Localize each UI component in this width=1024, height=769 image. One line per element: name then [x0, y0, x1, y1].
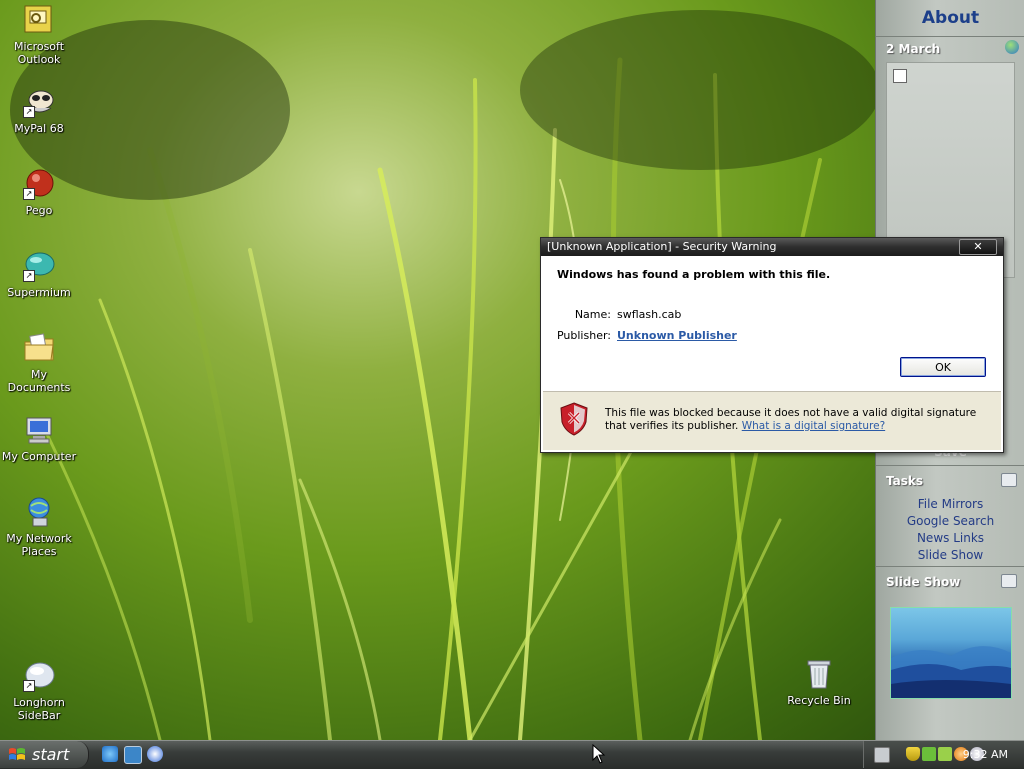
clock[interactable]: 9:32 AM: [963, 741, 1008, 768]
shortcut-arrow-icon: ↗: [23, 188, 35, 200]
desktop-icon-label: My Computer: [1, 450, 77, 463]
network-icon: [23, 496, 55, 528]
desktop-icon-supermium[interactable]: ↗ Supermium: [0, 250, 78, 299]
sidebar-icon: ↗: [23, 660, 55, 692]
publisher-label: Publisher:: [556, 329, 611, 342]
dialog-footer: This file was blocked because it does no…: [543, 391, 1001, 450]
publisher-link[interactable]: Unknown Publisher: [617, 329, 737, 342]
slideshow-options-icon[interactable]: [1001, 574, 1017, 588]
sidebar-divider: [876, 36, 1024, 37]
digital-signature-link[interactable]: What is a digital signature?: [742, 420, 885, 432]
sidebar-title: About: [921, 8, 980, 28]
file-name-value: swflash.cab: [617, 308, 682, 321]
shortcut-arrow-icon: ↗: [23, 270, 35, 282]
desktop-icon-label: Microsoft Outlook: [13, 40, 65, 66]
mypal-icon: ↗: [23, 86, 55, 118]
sidebar-section-slideshow: Slide Show: [880, 571, 1021, 699]
sidebar-tasks-header: Tasks: [880, 470, 1021, 492]
task-slide-show[interactable]: Slide Show: [880, 547, 1021, 564]
start-label: start: [32, 745, 70, 764]
desktop-icon-label: Pego: [25, 204, 53, 217]
pego-icon: ↗: [23, 168, 55, 200]
task-list: File Mirrors Google Search News Links Sl…: [880, 496, 1021, 564]
sidebar-date-header: 2 March: [880, 38, 1021, 60]
shortcut-arrow-icon: ↗: [23, 106, 35, 118]
refresh-icon[interactable]: [1001, 473, 1017, 487]
dialog-body: Windows has found a problem with this fi…: [543, 258, 1001, 389]
start-button[interactable]: start: [0, 741, 89, 768]
close-button[interactable]: ✕: [959, 239, 997, 255]
name-label: Name:: [574, 308, 611, 321]
mouse-cursor-icon: [592, 744, 606, 764]
desktop-icon-recycle-bin[interactable]: Recycle Bin: [780, 658, 858, 707]
security-warning-dialog: [Unknown Application] - Security Warning…: [540, 237, 1004, 453]
recycle-bin-icon: [803, 658, 835, 690]
slideshow-image[interactable]: [890, 607, 1012, 699]
keyboard-icon[interactable]: [874, 747, 890, 763]
desktop-icon-my-documents[interactable]: My Documents: [0, 332, 78, 394]
outlook-express-icon[interactable]: [124, 746, 142, 764]
dialog-title: [Unknown Application] - Security Warning: [547, 240, 777, 253]
computer-icon: [23, 414, 55, 446]
internet-explorer-icon[interactable]: [102, 746, 118, 762]
desktop-icon-my-network-places[interactable]: My Network Places: [0, 496, 78, 558]
close-icon: ✕: [973, 240, 983, 253]
task-file-mirrors[interactable]: File Mirrors: [880, 496, 1021, 513]
desktop-icon-pego[interactable]: ↗ Pego: [0, 168, 78, 217]
globe-icon[interactable]: [1005, 40, 1019, 54]
footer-message: This file was blocked because it does no…: [605, 407, 985, 433]
mountain-landscape-image: [891, 646, 1011, 698]
system-tray: 9:32 AM: [863, 741, 1024, 768]
desktop-icon-label: Supermium: [7, 286, 71, 299]
desktop-icon-my-computer[interactable]: My Computer: [0, 414, 78, 463]
task-google-search[interactable]: Google Search: [880, 513, 1021, 530]
shield-warning-icon: [560, 402, 588, 436]
sidebar-slideshow-header: Slide Show: [880, 571, 1021, 593]
task-news-links[interactable]: News Links: [880, 530, 1021, 547]
desktop-icon-label: MyPal 68: [14, 122, 64, 135]
desktop-icon-label: Recycle Bin: [787, 694, 851, 707]
media-player-icon[interactable]: [147, 746, 163, 762]
desktop-icon-longhorn-sidebar[interactable]: ↗ Longhorn SideBar: [0, 660, 78, 722]
sidebar-divider: [876, 465, 1024, 466]
windows-flag-icon: [9, 748, 25, 760]
supermium-icon: ↗: [23, 250, 55, 282]
sidebar-divider: [876, 566, 1024, 567]
taskbar: start 9:32 AM: [0, 740, 1024, 769]
desktop-icon-mypal[interactable]: ↗ MyPal 68: [0, 86, 78, 135]
folder-documents-icon: [23, 332, 55, 364]
sidebar-section-tasks: Tasks File Mirrors Google Search News Li…: [880, 470, 1021, 564]
shortcut-arrow-icon: ↗: [23, 680, 35, 692]
dialog-titlebar[interactable]: [Unknown Application] - Security Warning…: [541, 238, 1003, 256]
image-placeholder-icon: [893, 69, 907, 83]
desktop-icon-microsoft-outlook[interactable]: Microsoft Outlook: [0, 4, 78, 66]
network-tray-icon[interactable]: [922, 747, 936, 761]
desktop-icon-label: My Network Places: [6, 532, 72, 558]
app-tray-icon[interactable]: [938, 747, 952, 761]
desktop-icon-label: My Documents: [7, 368, 71, 394]
security-shield-icon[interactable]: [906, 747, 920, 761]
outlook-icon: [23, 4, 55, 36]
desktop-icon-label: Longhorn SideBar: [13, 696, 65, 722]
ok-button[interactable]: OK: [900, 357, 986, 377]
dialog-heading: Windows has found a problem with this fi…: [557, 268, 831, 281]
